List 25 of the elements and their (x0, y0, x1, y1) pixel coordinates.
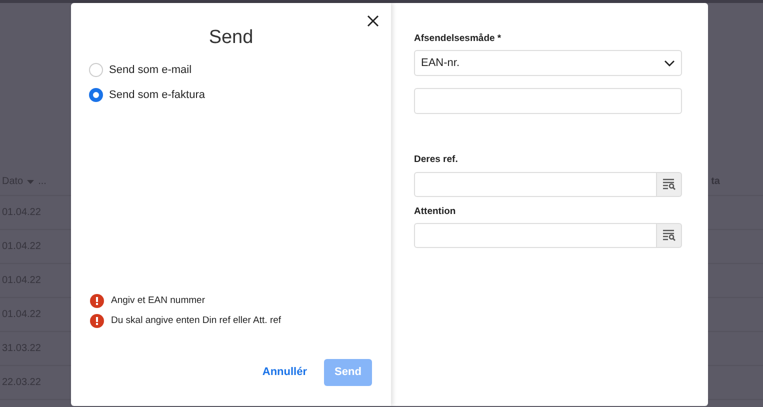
method-select[interactable]: EAN-nr. (414, 50, 682, 76)
cancel-button[interactable]: Annullér (261, 364, 308, 381)
sort-down-icon (27, 180, 34, 184)
error-message: Du skal angive enten Din ref eller Att. ref (111, 314, 282, 328)
error-icon (90, 314, 104, 328)
radio-button[interactable] (89, 62, 103, 77)
field-label: Afsendelsesmåde * (414, 32, 502, 46)
field-label: Attention (414, 204, 457, 218)
input-field[interactable] (414, 88, 682, 114)
dialog-title: Send (208, 26, 254, 50)
radio-button[interactable] (89, 88, 103, 102)
list-search-icon (662, 178, 676, 190)
field-label: Deres ref. (414, 153, 459, 168)
lookup-button[interactable] (657, 222, 682, 248)
radio-label[interactable]: Send som e-mail (109, 62, 192, 78)
input-field[interactable] (414, 172, 657, 196)
close-button[interactable] (365, 13, 381, 29)
error-icon (90, 294, 104, 308)
radio-label[interactable]: Send som e-faktura (109, 87, 205, 104)
error-message: Angiv et EAN nummer (111, 294, 205, 308)
chevron-down-icon (664, 60, 675, 67)
list-search-icon (662, 229, 676, 242)
input-field[interactable] (414, 222, 657, 248)
lookup-button[interactable] (657, 172, 682, 196)
column-more: ... (38, 175, 46, 189)
